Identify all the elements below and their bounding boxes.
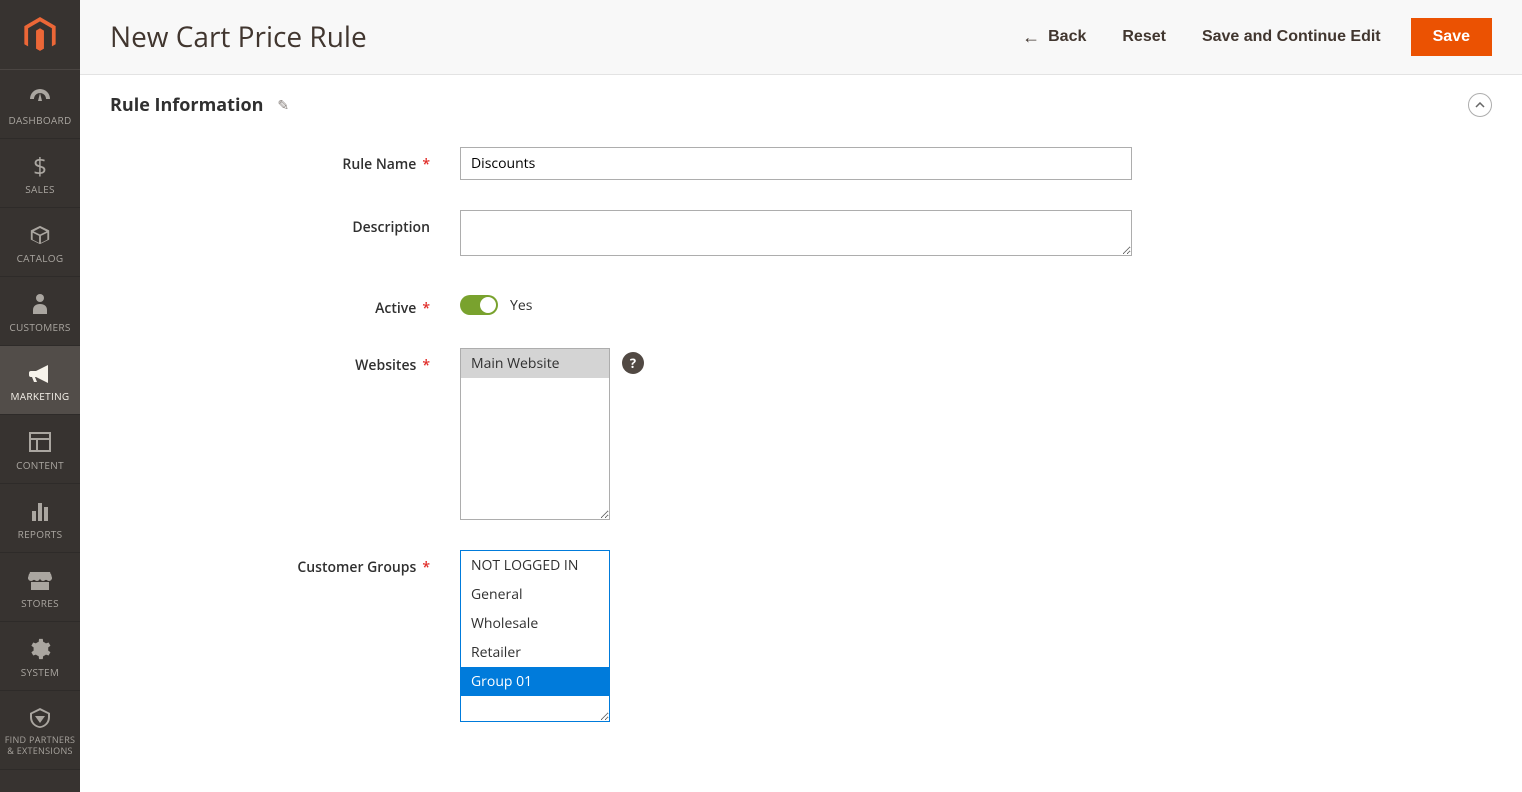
magento-logo-icon (24, 17, 56, 53)
collapse-button[interactable] (1468, 93, 1492, 117)
field-websites: Websites* Main Website ? (110, 348, 1492, 520)
save-button[interactable]: Save (1411, 18, 1492, 56)
sidebar-item-find-partners[interactable]: FIND PARTNERS & EXTENSIONS (0, 691, 80, 770)
sidebar-item-sales[interactable]: $ SALES (0, 139, 80, 208)
sidebar-item-marketing[interactable]: MARKETING (0, 346, 80, 415)
sidebar-item-reports[interactable]: REPORTS (0, 484, 80, 553)
gear-icon (29, 636, 51, 662)
sidebar-label: SYSTEM (21, 666, 59, 678)
page-title: New Cart Price Rule (110, 18, 1004, 56)
rule-form: Rule Name* Description Active* (80, 117, 1522, 792)
help-icon[interactable]: ? (622, 352, 644, 374)
back-label: Back (1048, 28, 1086, 46)
customer-group-option[interactable]: Wholesale (461, 609, 609, 638)
field-description: Description (110, 210, 1492, 261)
page-header: New Cart Price Rule ← Back Reset Save an… (80, 0, 1522, 75)
partners-icon (28, 705, 52, 731)
sidebar-label: SALES (25, 183, 55, 195)
customer-group-option[interactable]: Retailer (461, 638, 609, 667)
sidebar-label: REPORTS (18, 528, 63, 540)
required-asterisk: * (422, 356, 430, 375)
field-customer-groups: Customer Groups* NOT LOGGED IN General W… (110, 550, 1492, 722)
field-active: Active* Yes (110, 291, 1492, 318)
sidebar-label: MARKETING (11, 390, 70, 402)
sidebar-item-catalog[interactable]: CATALOG (0, 208, 80, 277)
admin-sidebar: DASHBOARD $ SALES CATALOG CUSTOMERS MARK… (0, 0, 80, 792)
sidebar-item-dashboard[interactable]: DASHBOARD (0, 70, 80, 139)
field-rule-name: Rule Name* (110, 147, 1492, 180)
toggle-knob (480, 297, 496, 313)
box-icon (29, 222, 51, 248)
description-label: Description (110, 210, 460, 237)
customer-group-option[interactable]: Group 01 (461, 667, 609, 696)
megaphone-icon (28, 360, 52, 386)
active-value: Yes (510, 296, 532, 315)
sidebar-label: CUSTOMERS (9, 321, 70, 333)
person-icon (31, 291, 49, 317)
sidebar-label: CONTENT (16, 459, 64, 471)
save-continue-button[interactable]: Save and Continue Edit (1184, 18, 1399, 56)
required-asterisk: * (422, 299, 430, 318)
pencil-icon[interactable]: ✎ (277, 96, 289, 115)
chevron-up-icon (1475, 102, 1485, 108)
main-content: New Cart Price Rule ← Back Reset Save an… (80, 0, 1522, 792)
sidebar-label: CATALOG (17, 252, 64, 264)
dollar-icon: $ (33, 153, 47, 179)
active-toggle[interactable] (460, 295, 498, 315)
sidebar-item-content[interactable]: CONTENT (0, 415, 80, 484)
layout-icon (29, 429, 51, 455)
customer-group-option[interactable]: General (461, 580, 609, 609)
customer-groups-label: Customer Groups* (110, 550, 460, 577)
description-input[interactable] (460, 210, 1132, 256)
back-button[interactable]: ← Back (1004, 18, 1104, 56)
website-option[interactable]: Main Website (461, 349, 609, 378)
rule-name-label: Rule Name* (110, 147, 460, 174)
websites-label: Websites* (110, 348, 460, 375)
customer-groups-select[interactable]: NOT LOGGED IN General Wholesale Retailer… (460, 550, 610, 722)
store-icon (28, 567, 52, 593)
magento-logo[interactable] (0, 0, 80, 70)
required-asterisk: * (422, 155, 430, 174)
section-title: Rule Information (110, 93, 263, 117)
sidebar-item-system[interactable]: SYSTEM (0, 622, 80, 691)
bar-chart-icon (30, 498, 50, 524)
active-label: Active* (110, 291, 460, 318)
sidebar-label: STORES (21, 597, 59, 609)
sidebar-item-customers[interactable]: CUSTOMERS (0, 277, 80, 346)
sidebar-label: DASHBOARD (8, 114, 71, 126)
customer-group-option[interactable]: NOT LOGGED IN (461, 551, 609, 580)
reset-button[interactable]: Reset (1104, 18, 1184, 56)
sidebar-label: FIND PARTNERS & EXTENSIONS (4, 735, 76, 757)
rule-name-input[interactable] (460, 147, 1132, 180)
section-heading: Rule Information ✎ (80, 75, 1522, 117)
sidebar-item-stores[interactable]: STORES (0, 553, 80, 622)
websites-select[interactable]: Main Website (460, 348, 610, 520)
required-asterisk: * (422, 558, 430, 577)
arrow-left-icon: ← (1022, 28, 1040, 46)
dashboard-icon (28, 84, 52, 110)
